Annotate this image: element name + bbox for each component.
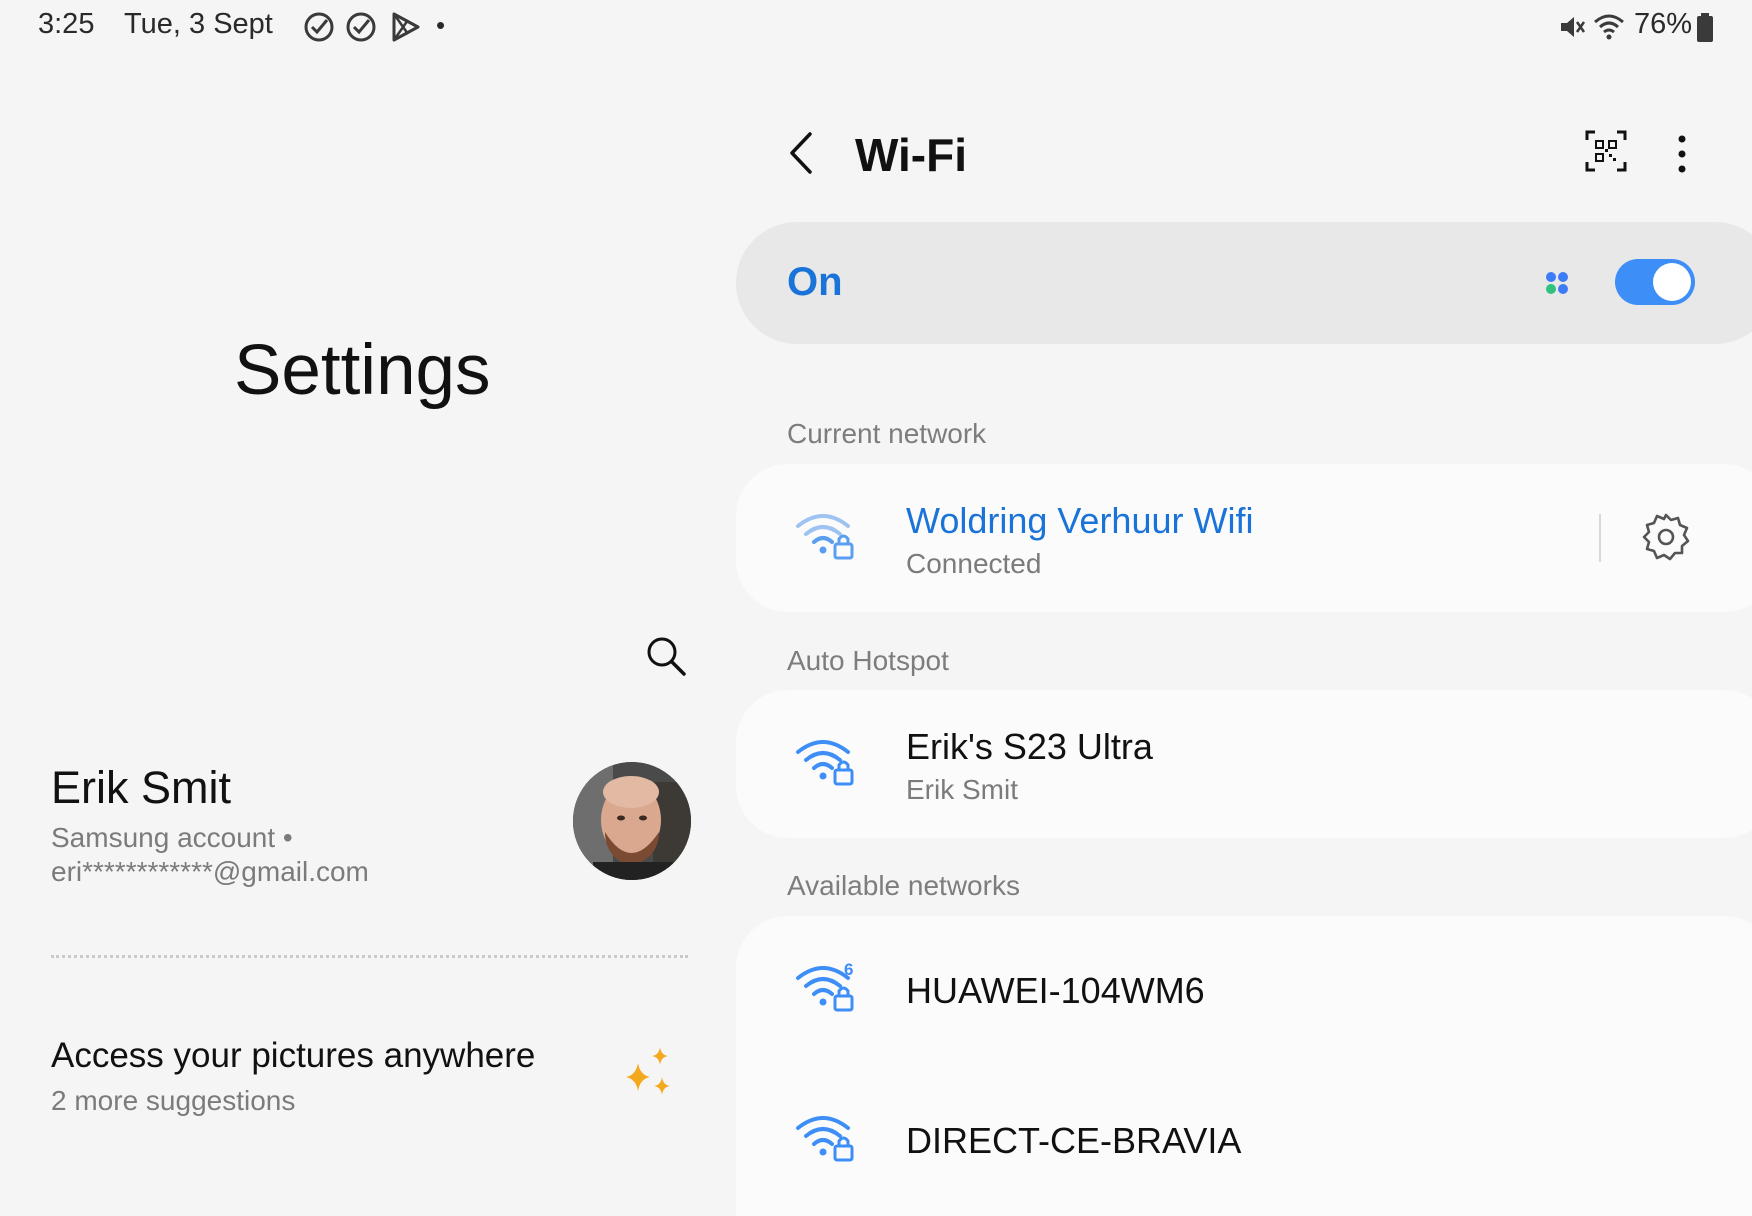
network-item[interactable] — [736, 1064, 1752, 1183]
account-type: Samsung account • — [51, 822, 293, 853]
wifi-lock-icon — [796, 1116, 854, 1162]
search-icon[interactable] — [645, 635, 687, 677]
wifi-icon — [1594, 14, 1624, 40]
network-item[interactable] — [736, 916, 1752, 1064]
network-name: HUAWEI-104WM6 — [906, 970, 1205, 1011]
status-dot: • — [436, 10, 446, 40]
wifi-lock-icon — [796, 740, 854, 786]
battery-percent: 76% — [1634, 8, 1693, 40]
section-available-networks: Available networks — [787, 870, 1020, 901]
hotspot-network-name: Erik's S23 Ultra — [906, 726, 1153, 767]
network-name: DIRECT-CE-BRAVIA — [906, 1120, 1242, 1161]
status-time: 3:25 — [38, 8, 95, 40]
suggestion-title[interactable]: Access your pictures anywhere — [51, 1036, 535, 1076]
intelligent-wifi-icon[interactable] — [1544, 270, 1570, 296]
page-title: Settings — [234, 331, 491, 410]
card-separator — [1599, 514, 1601, 562]
wifi-page-title: Wi-Fi — [855, 129, 967, 181]
avatar[interactable] — [573, 762, 691, 880]
more-options-icon[interactable] — [1668, 134, 1696, 174]
wifi6-badge: 6 — [844, 960, 854, 979]
sparkle-icon — [626, 1047, 670, 1095]
avatar-photo — [573, 762, 691, 880]
wifi-state-label: On — [787, 260, 843, 304]
hotspot-network-card[interactable] — [736, 690, 1752, 838]
current-network-name: Woldring Verhuur Wifi — [906, 500, 1254, 541]
toggle-knob — [1653, 263, 1691, 301]
wifi-toggle-switch[interactable] — [1615, 259, 1695, 305]
section-auto-hotspot: Auto Hotspot — [787, 645, 949, 676]
mute-icon — [1561, 17, 1586, 37]
battery-icon — [1697, 13, 1713, 42]
current-network-status: Connected — [906, 548, 1042, 579]
account-name[interactable]: Erik Smit — [51, 762, 231, 814]
suggestion-subtitle: 2 more suggestions — [51, 1085, 296, 1116]
check-circle-icon — [304, 12, 334, 42]
back-icon[interactable] — [786, 130, 816, 176]
gear-icon[interactable] — [1641, 512, 1691, 562]
qr-scan-icon[interactable] — [1585, 130, 1627, 172]
section-current-network: Current network — [787, 418, 987, 449]
status-date: Tue, 3 Sept — [124, 8, 273, 40]
hotspot-network-owner: Erik Smit — [906, 774, 1018, 805]
check-circle-icon — [346, 12, 376, 42]
wifi-lock-icon — [796, 514, 854, 560]
account-email: eri************@gmail.com — [51, 856, 369, 887]
divider — [51, 955, 688, 958]
play-store-icon — [392, 12, 420, 42]
wifi-toggle-bar[interactable] — [736, 222, 1752, 344]
